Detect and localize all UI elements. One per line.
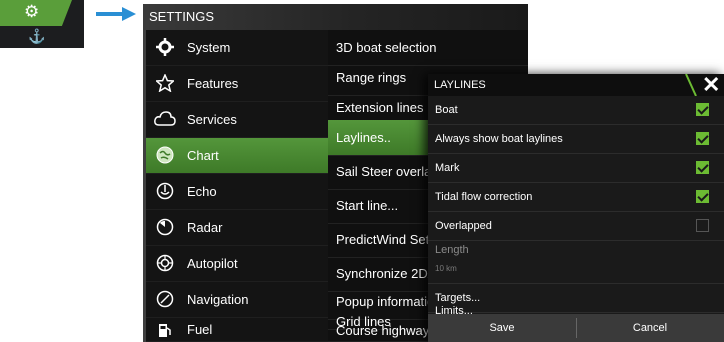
row-label: Overlapped [435,220,492,232]
category-services[interactable]: Services [143,102,328,138]
category-chart[interactable]: Chart [143,138,328,174]
row-label: Mark [435,162,460,174]
category-features[interactable]: Features [143,66,328,102]
category-label: Chart [187,148,219,163]
settings-title: SETTINGS [149,9,215,24]
settings-header: SETTINGS [143,4,528,30]
option-label: Course highways [336,323,436,338]
row-label: Always show boat laylines [435,133,563,145]
list-border [143,30,146,342]
category-label: Echo [187,184,217,199]
cancel-button[interactable]: Cancel [576,314,724,342]
category-label: Radar [187,220,223,235]
category-system[interactable]: System [143,30,328,66]
category-label: Autopilot [187,256,238,271]
category-echo[interactable]: Echo [143,174,328,210]
save-button[interactable]: Save [428,314,576,342]
row-length: Length 10 km [428,241,724,284]
row-label: Limits... [435,305,473,314]
boat-checkbox[interactable] [696,103,709,116]
option-label: 3D boat selection [336,40,437,55]
gear-icon: ⚙ [24,2,40,21]
category-list: System Features Services Chart Echo Rada… [143,30,328,342]
option-label: Laylines.. [336,130,391,145]
dock-icon: ⚓ [28,28,46,44]
autopilot-icon [156,254,174,272]
option-label: Extension lines [336,100,424,115]
category-label: Services [187,112,237,127]
arrow-icon [96,7,136,21]
dialog-title: LAYLINES [434,79,486,91]
category-autopilot[interactable]: Autopilot [143,246,328,282]
category-fuel[interactable]: Fuel [143,318,328,342]
radar-icon [156,218,174,236]
row-mark[interactable]: Mark [428,154,724,183]
row-label: Tidal flow correction [435,191,533,203]
tidal-flow-checkbox[interactable] [696,190,709,203]
echo-icon [156,182,174,200]
category-label: Features [187,76,239,91]
option-label: Sail Steer overlay [336,164,438,179]
row-label: Boat [435,104,458,116]
category-label: Navigation [187,292,249,307]
row-limits[interactable]: Limits... [428,302,724,314]
fuel-icon [159,324,171,337]
navigation-icon [156,290,174,308]
option-label: Start line... [336,198,399,213]
overlapped-checkbox[interactable] [696,219,709,232]
dialog-header: LAYLINES ✕ [428,72,724,98]
row-boat[interactable]: Boat [428,96,724,125]
category-label: Fuel [187,322,213,337]
dialog-footer: Save Cancel [428,314,724,342]
category-label: System [187,40,231,55]
option-label: Popup information [336,294,442,309]
row-tidal-flow-correction[interactable]: Tidal flow correction [428,183,724,212]
option-label: Range rings [336,70,407,85]
mark-checkbox[interactable] [696,161,709,174]
header-accent-slash [685,74,697,96]
star-icon [156,74,174,92]
gear-icon [156,38,174,56]
category-radar[interactable]: Radar [143,210,328,246]
chart-icon [156,146,174,164]
laylines-dialog: LAYLINES ✕ Boat Always show boat layline… [428,72,724,342]
category-navigation[interactable]: Navigation [143,282,328,318]
length-label: Length [435,244,469,256]
always-show-checkbox[interactable] [696,132,709,145]
close-icon[interactable]: ✕ [702,72,720,98]
row-always-show-boat-laylines[interactable]: Always show boat laylines [428,125,724,154]
cloud-icon [154,111,176,126]
mini-widget: ⚙ ⚓ [0,0,84,48]
row-overlapped[interactable]: Overlapped [428,212,724,241]
length-value: 10 km [435,264,457,273]
